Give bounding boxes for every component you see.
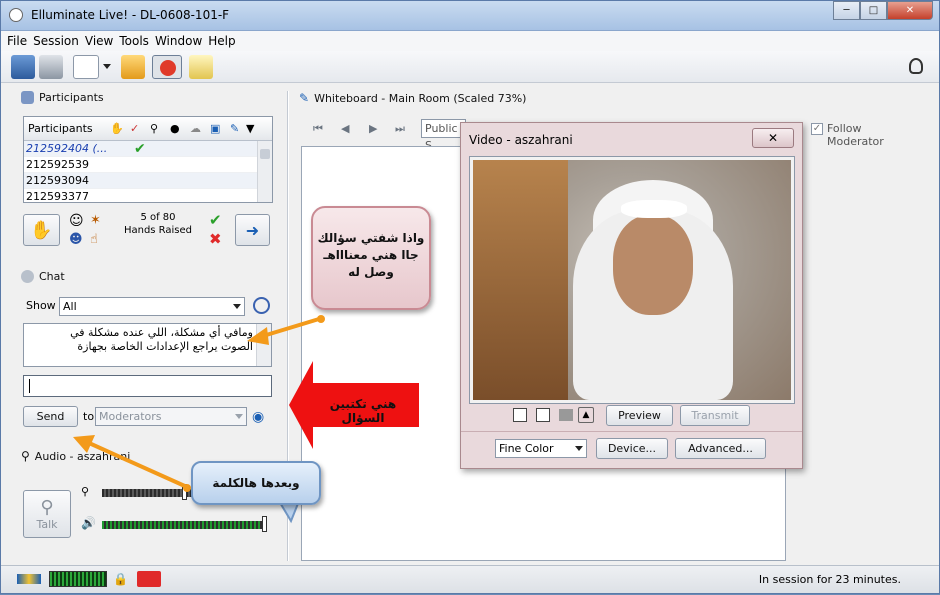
annotation-send-text: وبعدها هالكلمة <box>212 476 300 490</box>
main-window: Elluminate Live! - DL-0608-101-F ─ □ ✕ F… <box>0 0 940 594</box>
orange-arrow-dot <box>183 484 191 492</box>
orange-arrowhead-chat <box>247 327 269 345</box>
annotation-arrows <box>73 315 419 524</box>
lock-icon: 🔒 <box>113 572 128 586</box>
orange-arrow-to-chat <box>262 317 320 338</box>
annotation-arrow-label: هني تكتبين السؤال <box>329 397 397 425</box>
status-bar: 🔒 In session for 23 minutes. <box>1 565 939 593</box>
recording-icon <box>137 571 161 587</box>
annotation-bubble-send: وبعدها هالكلمة <box>191 461 321 505</box>
session-timer: In session for 23 minutes. <box>758 573 901 586</box>
connection-icon <box>17 574 41 584</box>
activity-meter <box>49 571 107 587</box>
orange-arrow-dot <box>317 315 325 323</box>
orange-arrow-to-send <box>88 441 188 489</box>
